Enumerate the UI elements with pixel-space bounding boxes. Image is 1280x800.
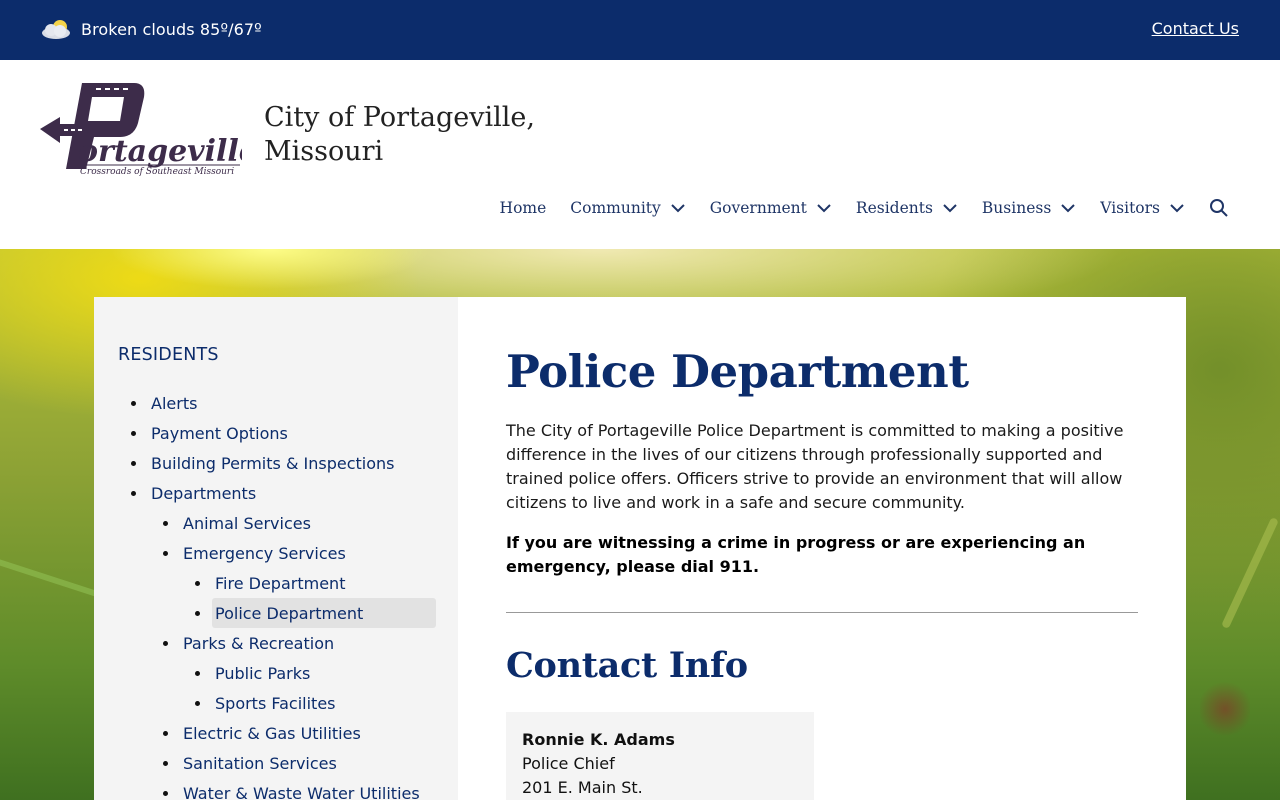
nav-residents-label: Residents (855, 199, 933, 217)
bullet (131, 401, 136, 406)
nav-business-label: Business (981, 199, 1052, 217)
contact-address: 201 E. Main St. (522, 778, 643, 797)
sidebar-item-water-waste-water[interactable]: Water & Waste Water Utilities (163, 778, 448, 800)
divider (506, 612, 1138, 613)
bullet (195, 701, 200, 706)
sidebar-item-label: Public Parks (215, 663, 311, 683)
sidebar-item-parks-recreation[interactable]: Parks & Recreation (163, 628, 436, 658)
sidebar-item-police-department[interactable]: Police Department (195, 598, 436, 628)
flower-blur (1200, 679, 1250, 739)
sidebar-item-label: Emergency Services (183, 543, 346, 563)
sidebar-item-sanitation[interactable]: Sanitation Services (163, 748, 436, 778)
svg-text:Crossroads of Southeast Missou: Crossroads of Southeast Missouri (80, 167, 234, 177)
bullet (195, 671, 200, 676)
top-bar: Broken clouds 85º/67º Contact Us (0, 0, 1280, 60)
sidebar-item-label: Fire Department (215, 573, 346, 593)
weather-text: Broken clouds 85º/67º (81, 19, 262, 39)
sidebar-item-sports-facilities[interactable]: Sports Facilites (195, 688, 436, 718)
main-content: Police Department The City of Portagevil… (458, 297, 1186, 800)
nav-home[interactable]: Home (500, 199, 547, 217)
search-icon[interactable] (1209, 198, 1229, 218)
bullet (131, 461, 136, 466)
contact-name: Ronnie K. Adams (522, 730, 675, 749)
sidebar-item-animal-services[interactable]: Animal Services (163, 508, 436, 538)
sidebar-item-label: Water & Waste Water Utilities (183, 783, 420, 800)
nav-community-label: Community (570, 199, 661, 217)
site-logo[interactable]: ortageville Crossroads of Southeast Miss… (38, 77, 258, 181)
contact-heading: Contact Info (506, 645, 748, 686)
sidebar-item-label: Sanitation Services (183, 753, 337, 773)
sidebar-item-label: Animal Services (183, 513, 311, 533)
sidebar-item-fire-department[interactable]: Fire Department (195, 568, 436, 598)
nav-residents[interactable]: Residents (856, 199, 958, 217)
bullet (195, 581, 200, 586)
sidebar-item-label: Electric & Gas Utilities (183, 723, 361, 743)
sidebar-item-label: Building Permits & Inspections (151, 453, 395, 473)
bullet (131, 491, 136, 496)
bullet (163, 551, 168, 556)
svg-text:ortageville: ortageville (78, 134, 242, 169)
sidebar-item-electric-gas[interactable]: Electric & Gas Utilities (163, 718, 436, 748)
sidebar-item-payment-options[interactable]: Payment Options (131, 418, 436, 448)
main-nav: Home Community Government Residents Busi… (500, 198, 1229, 218)
cloud-icon (40, 17, 74, 41)
grass-blade (1221, 516, 1279, 630)
chevron-down-icon (1170, 204, 1184, 213)
bullet (163, 731, 168, 736)
contact-us-link[interactable]: Contact Us (1152, 19, 1239, 38)
site-header: ortageville Crossroads of Southeast Miss… (0, 60, 1280, 249)
contact-role: Police Chief (522, 754, 615, 773)
contact-card: Ronnie K. Adams Police Chief 201 E. Main… (506, 712, 814, 800)
bullet (163, 791, 168, 796)
chevron-down-icon (817, 204, 831, 213)
sidebar-item-label: Sports Facilites (215, 693, 336, 713)
emergency-notice: If you are witnessing a crime in progres… (506, 533, 1086, 576)
sidebar-item-emergency-services[interactable]: Emergency Services (163, 538, 436, 568)
sidebar-item-label: Payment Options (151, 423, 288, 443)
nav-business[interactable]: Business (982, 199, 1076, 217)
nav-home-label: Home (499, 199, 547, 217)
sidebar-item-label: Departments (151, 483, 257, 503)
site-title-line2: Missouri (264, 136, 384, 167)
nav-government[interactable]: Government (710, 199, 832, 217)
bullet (163, 641, 168, 646)
site-title-line1: City of Portageville, (264, 102, 535, 133)
sidebar-item-alerts[interactable]: Alerts (131, 388, 436, 418)
nav-visitors-label: Visitors (1100, 199, 1160, 217)
chevron-down-icon (1061, 204, 1075, 213)
nav-visitors[interactable]: Visitors (1100, 199, 1185, 217)
bullet (163, 761, 168, 766)
chevron-down-icon (671, 204, 685, 213)
intro-paragraph: The City of Portageville Police Departme… (506, 421, 1124, 512)
sidebar-item-public-parks[interactable]: Public Parks (195, 658, 436, 688)
chevron-down-icon (943, 204, 957, 213)
sidebar: RESIDENTS Alerts Payment Options Buildin… (94, 297, 458, 800)
sidebar-heading[interactable]: RESIDENTS (118, 345, 219, 365)
sidebar-item-departments[interactable]: Departments (131, 478, 436, 508)
bullet (131, 431, 136, 436)
sidebar-item-building-permits[interactable]: Building Permits & Inspections (131, 448, 436, 478)
page-title: Police Department (506, 345, 969, 398)
sidebar-item-label: Alerts (151, 393, 198, 413)
bullet (195, 611, 200, 616)
nav-community[interactable]: Community (570, 199, 686, 217)
bullet (163, 521, 168, 526)
sidebar-item-label: Police Department (215, 603, 364, 623)
sidebar-item-label: Parks & Recreation (183, 633, 335, 653)
weather-widget: Broken clouds 85º/67º (40, 17, 262, 41)
nav-government-label: Government (709, 199, 807, 217)
site-title[interactable]: City of Portageville, Missouri (264, 101, 535, 169)
